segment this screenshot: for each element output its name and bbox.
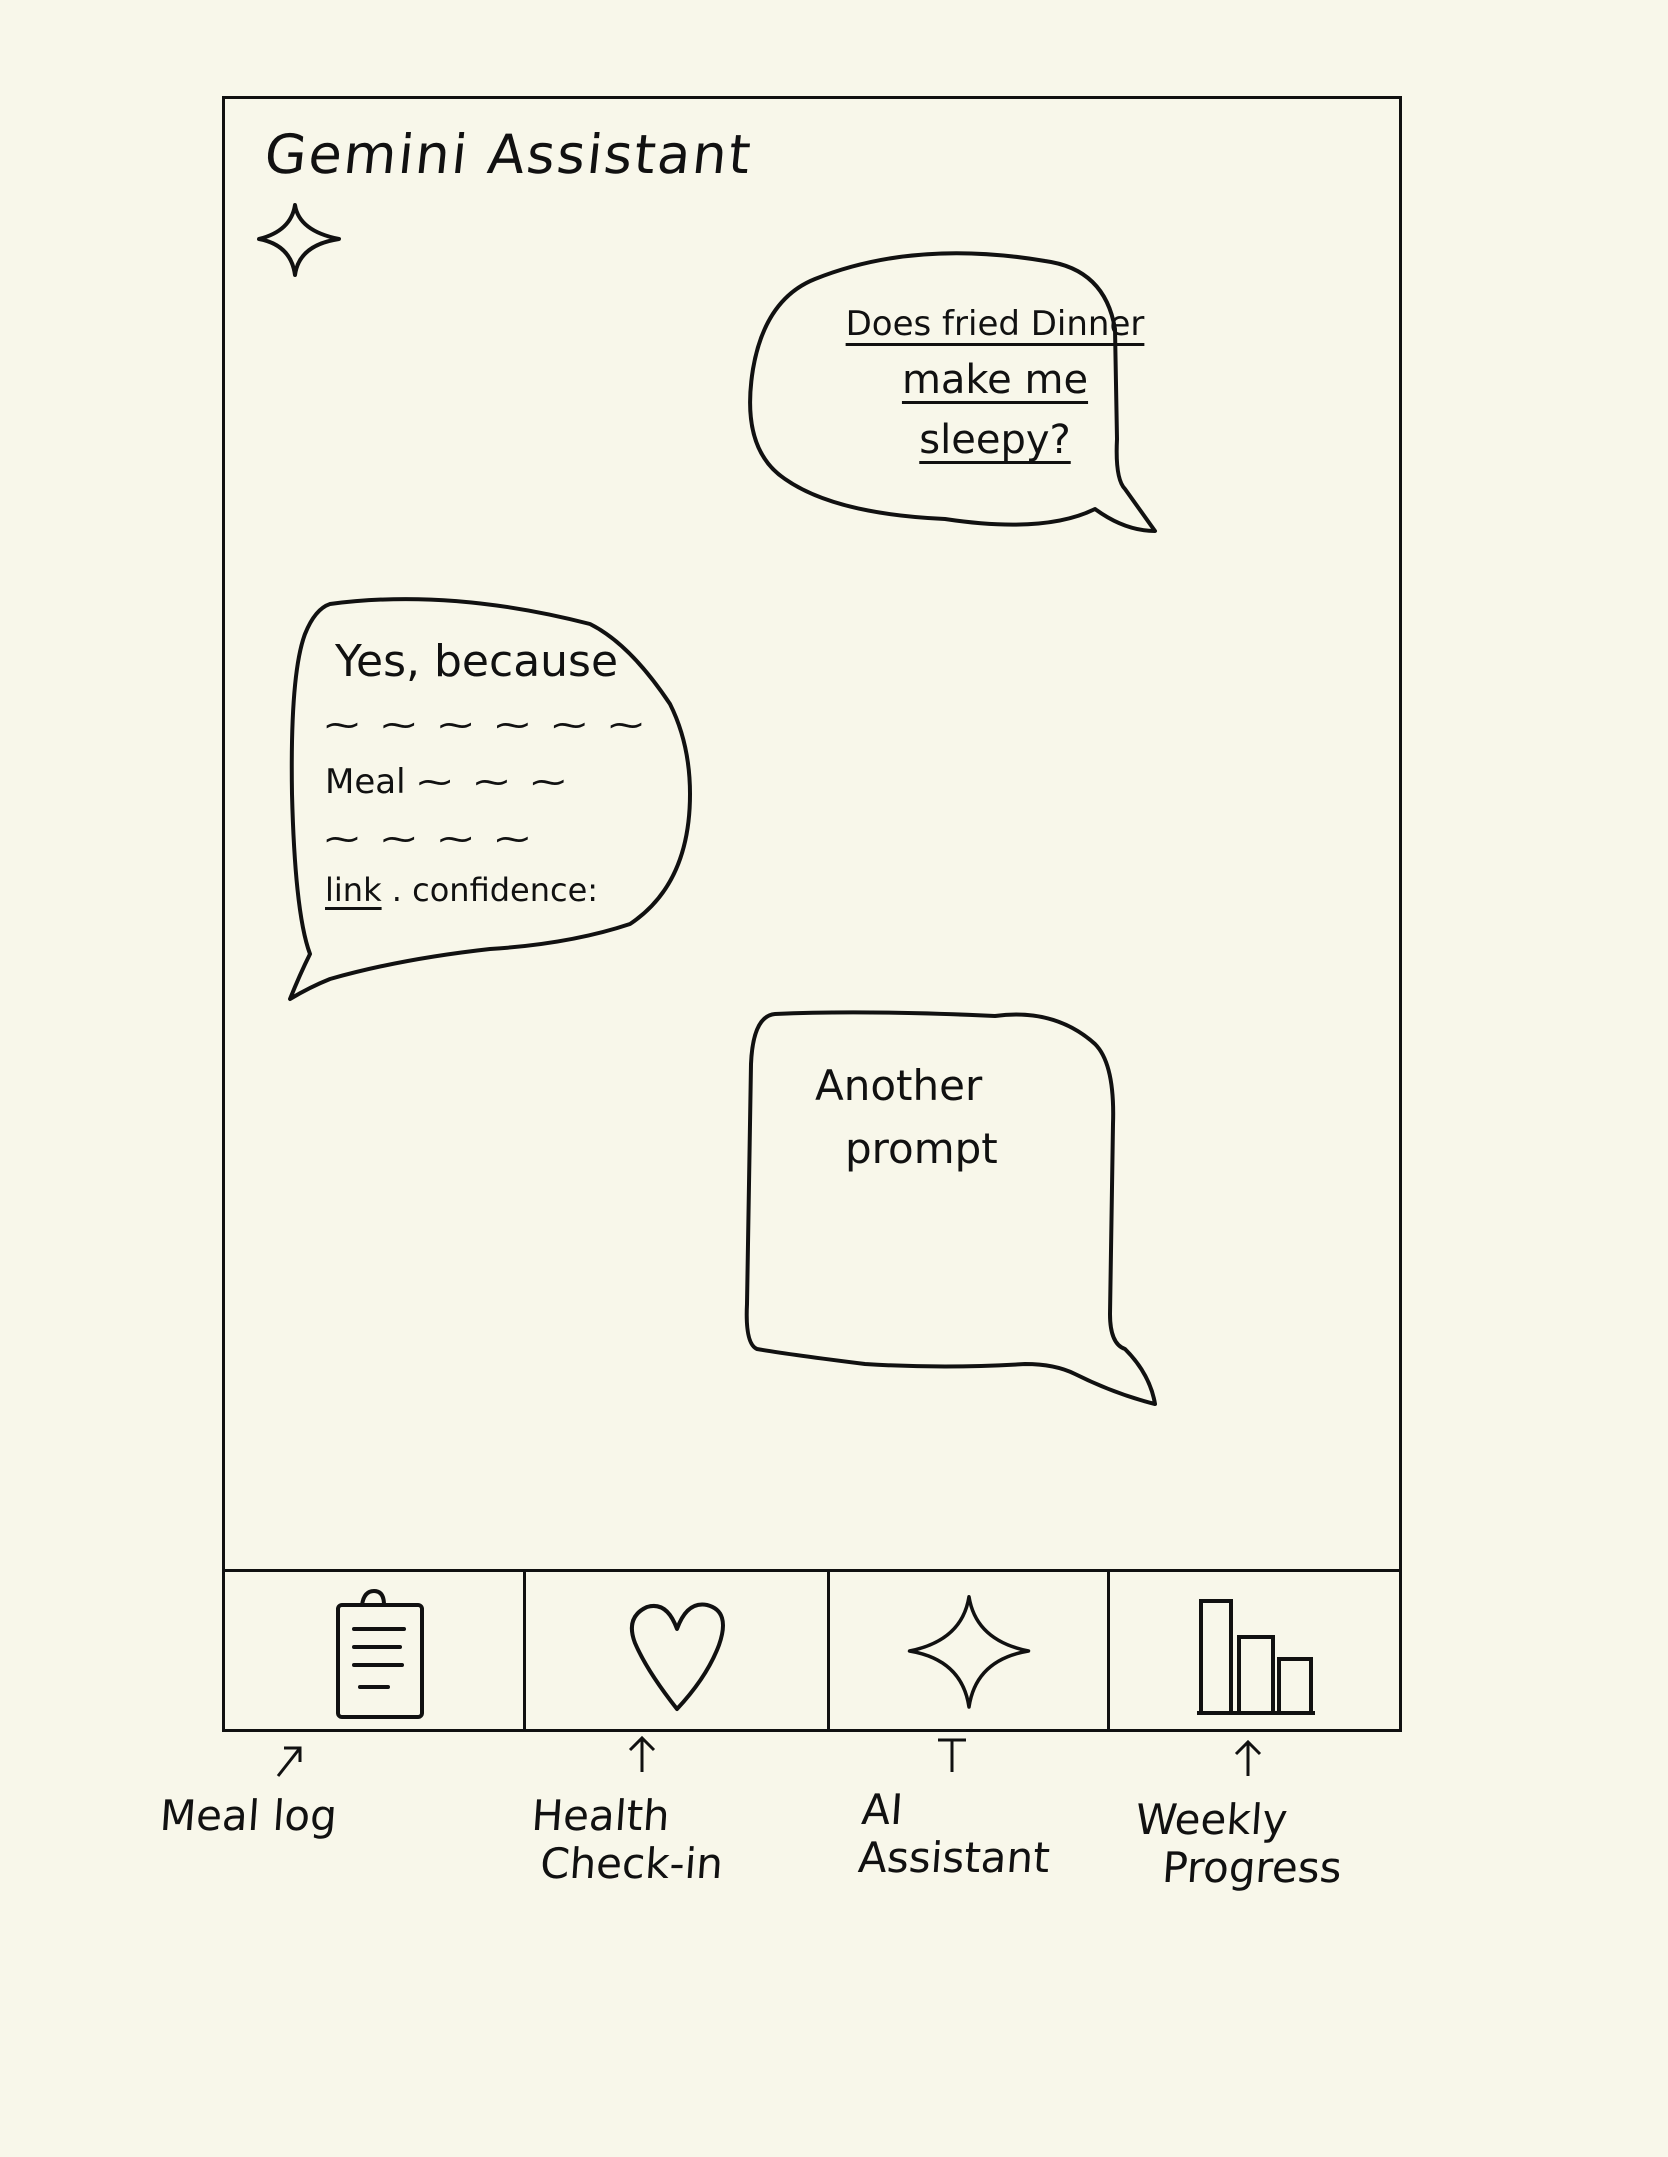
annotation-ai-line-1: AI [860, 1785, 905, 1834]
tab-ai-assistant[interactable] [827, 1572, 1107, 1729]
user-message-text: Does fried Dinner make me sleepy? [830, 299, 1160, 470]
bottom-tab-bar [225, 1569, 1399, 1729]
annotation-health-line-1: Health [530, 1791, 672, 1840]
sparkle-icon [257, 203, 341, 277]
annotation-health-line-2: Check-in [538, 1839, 725, 1889]
source-link[interactable]: link [325, 871, 382, 909]
tab-weekly-progress[interactable] [1107, 1572, 1399, 1729]
user-message-line-1: Does fried Dinner [845, 304, 1145, 344]
placeholder-text-line: ⁓ ⁓ ⁓ ⁓ ⁓ ⁓ [325, 705, 650, 745]
arrow-up-icon [1234, 1739, 1262, 1776]
user-message-line-2: make me sleepy? [901, 357, 1089, 463]
placeholder-text-line: ⁓ ⁓ ⁓ ⁓ [325, 819, 536, 859]
assistant-message-line-3: link . confidence: [325, 866, 685, 914]
prompt-input-text[interactable]: Another prompt [815, 1054, 1095, 1180]
assistant-message-text: Yes, because ⁓ ⁓ ⁓ ⁓ ⁓ ⁓ Meal ⁓ ⁓ ⁓ ⁓ ⁓ … [325, 629, 685, 914]
heart-icon [629, 1602, 725, 1711]
annotation-ai-line-2: Assistant [856, 1833, 1052, 1883]
phone-frame: Gemini Assistant Does fried Dinner make … [222, 96, 1402, 1732]
placeholder-text: ⁓ ⁓ ⁓ [417, 762, 572, 802]
annotation-ai-assistant: AI Assistant [856, 1785, 1055, 1883]
arrow-up-icon [276, 1746, 302, 1777]
arrow-up-icon [628, 1735, 656, 1772]
app-title: Gemini Assistant [261, 123, 756, 186]
separator-dot: . [391, 871, 402, 909]
annotation-meal-log: Meal log [158, 1791, 339, 1840]
tab-meal-log[interactable] [225, 1572, 523, 1729]
sparkle-icon [907, 1594, 1030, 1709]
annotation-weekly-line-1: Weekly [1134, 1795, 1290, 1844]
clipboard-icon [336, 1588, 424, 1719]
assistant-message-line-1: Yes, because [335, 636, 619, 687]
arrow-up-icon [938, 1738, 966, 1772]
annotation-weekly-progress: Weekly Progress [1131, 1795, 1347, 1893]
prompt-line-1: Another [815, 1061, 983, 1110]
bar-chart-icon [1196, 1598, 1315, 1715]
confidence-label: confidence: [412, 871, 599, 909]
assistant-message-line-2: Meal ⁓ ⁓ ⁓ [325, 752, 685, 809]
tab-health-check-in[interactable] [523, 1572, 827, 1729]
annotation-weekly-line-2: Progress [1160, 1843, 1344, 1893]
annotation-health-check-in: Health Check-in [527, 1791, 728, 1889]
prompt-line-2: prompt [845, 1124, 998, 1173]
meal-word: Meal [325, 762, 406, 802]
